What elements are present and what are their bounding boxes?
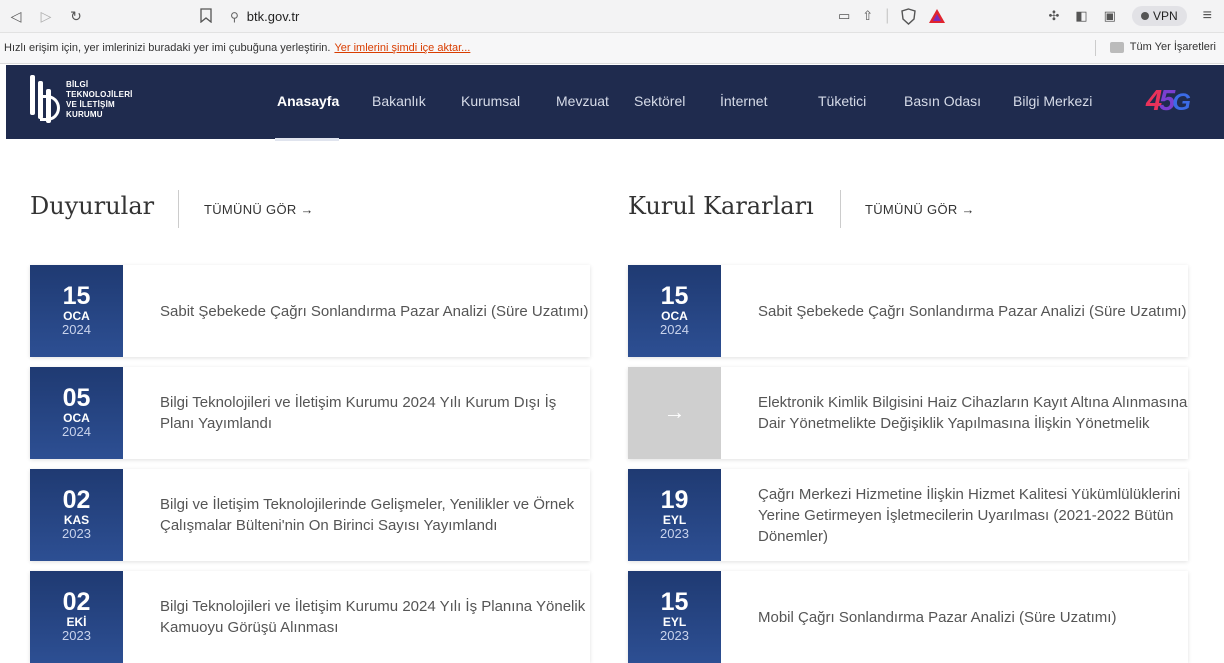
logo-line: VE İLETİŞİM: [66, 100, 115, 109]
karar-item[interactable]: → Elektronik Kimlik Bilgisini Haiz Cihaz…: [628, 367, 1188, 459]
logo-45g-five: 5: [1159, 85, 1175, 117]
date-day: 15: [660, 282, 689, 310]
karar-title[interactable]: Elektronik Kimlik Bilgisini Haiz Cihazla…: [758, 367, 1188, 459]
date-day: 05: [62, 384, 91, 412]
date-year: 2024: [62, 424, 91, 439]
bookmarks-bar: Hızlı erişim için, yer imlerinizi burada…: [0, 33, 1224, 64]
nav-buttons: ◁ ▷ ↻: [8, 8, 84, 25]
karar-item[interactable]: 15 EYL 2023 Mobil Çağrı Sonlandırma Paza…: [628, 571, 1188, 663]
logo-45g-g: G: [1172, 89, 1191, 116]
kurul-see-all-link[interactable]: TÜMÜNÜ GÖR →: [865, 202, 975, 217]
date-badge: 15 OCA 2024: [30, 265, 123, 357]
nav-tuketici[interactable]: Tüketici: [818, 93, 866, 109]
duyuru-item[interactable]: 02 KAS 2023 Bilgi ve İletişim Teknolojil…: [30, 469, 590, 561]
all-bookmarks-button[interactable]: Tüm Yer İşaretleri: [1109, 41, 1216, 53]
nav-bakanlik[interactable]: Bakanlık: [372, 93, 426, 109]
duyuru-title[interactable]: Bilgi ve İletişim Teknolojilerinde Geliş…: [160, 469, 590, 561]
active-nav-indicator: [275, 138, 339, 141]
wallet-icon[interactable]: ▣: [1104, 8, 1116, 24]
date-day: 15: [660, 588, 689, 616]
logo-line: TEKNOLOJİLERİ: [66, 90, 133, 99]
date-year: 2023: [660, 628, 689, 643]
extensions-icon[interactable]: ✣: [1048, 8, 1059, 24]
toolbar-right: ✣ ◧ ▣ VPN ≡: [1048, 6, 1212, 26]
karar-title[interactable]: Sabit Şebekede Çağrı Sonlandırma Pazar A…: [758, 265, 1188, 357]
logo-text: BİLGİ TEKNOLOJİLERİ VE İLETİŞİM KURUMU: [66, 80, 133, 120]
share-icon[interactable]: ⇧: [862, 8, 873, 24]
nav-kurumsal[interactable]: Kurumsal: [461, 93, 520, 109]
date-year: 2024: [660, 322, 689, 337]
all-bookmarks-label: Tüm Yer İşaretleri: [1129, 41, 1216, 53]
date-year: 2023: [660, 526, 689, 541]
date-badge: 02 KAS 2023: [30, 469, 123, 561]
bookmark-icon[interactable]: [200, 8, 212, 23]
brave-shield-icon[interactable]: [901, 7, 917, 25]
date-day: 19: [660, 486, 689, 514]
date-badge: 19 EYL 2023: [628, 469, 721, 561]
nav-anasayfa[interactable]: Anasayfa: [277, 93, 339, 109]
date-year: 2023: [62, 628, 91, 643]
nav-internet[interactable]: İnternet: [720, 93, 767, 109]
duyuru-title[interactable]: Sabit Şebekede Çağrı Sonlandırma Pazar A…: [160, 265, 590, 357]
duyuru-title[interactable]: Bilgi Teknolojileri ve İletişim Kurumu 2…: [160, 367, 590, 459]
date-year: 2024: [62, 322, 91, 337]
kurul-kararlari-title: Kurul Kararları: [628, 192, 814, 220]
sidebar-icon[interactable]: ◧: [1075, 8, 1087, 24]
duyuru-item[interactable]: 02 EKİ 2023 Bilgi Teknolojileri ve İleti…: [30, 571, 590, 663]
import-bookmarks-link[interactable]: Yer imlerini şimdi içe aktar...: [334, 42, 470, 54]
date-badge: 15 EYL 2023: [628, 571, 721, 663]
logo-45g-four: 4: [1146, 85, 1162, 117]
date-badge-empty: →: [628, 367, 721, 459]
bookmarks-separator: [1095, 40, 1096, 56]
date-badge: 02 EKİ 2023: [30, 571, 123, 663]
duyuru-item[interactable]: 15 OCA 2024 Sabit Şebekede Çağrı Sonland…: [30, 265, 590, 357]
logo-line: BİLGİ: [66, 80, 89, 89]
btk-logo[interactable]: BİLGİ TEKNOLOJİLERİ VE İLETİŞİM KURUMU: [28, 71, 133, 127]
logo-45g[interactable]: 45G: [1146, 85, 1191, 118]
bookmarks-message: Hızlı erişim için, yer imlerinizi burada…: [4, 42, 331, 54]
brave-rewards-icon[interactable]: [928, 8, 946, 24]
btk-logo-mark-icon: [28, 71, 62, 127]
karar-title[interactable]: Çağrı Merkezi Hizmetine İlişkin Hizmet K…: [758, 469, 1188, 561]
nav-sektorel[interactable]: Sektörel: [634, 93, 685, 109]
cast-icon[interactable]: ▭: [838, 8, 850, 24]
menu-icon[interactable]: ≡: [1203, 7, 1212, 25]
duyurular-title: Duyurular: [30, 192, 155, 220]
date-day: 02: [62, 588, 91, 616]
url-text: btk.gov.tr: [246, 9, 300, 24]
kurul-divider: [840, 190, 841, 228]
karar-item[interactable]: 19 EYL 2023 Çağrı Merkezi Hizmetine İliş…: [628, 469, 1188, 561]
nav-bilgi-merkezi[interactable]: Bilgi Merkezi: [1013, 93, 1092, 109]
logo-line: KURUMU: [66, 110, 103, 119]
folder-icon: [1109, 41, 1124, 53]
site-header: BİLGİ TEKNOLOJİLERİ VE İLETİŞİM KURUMU A…: [6, 65, 1224, 141]
duyuru-item[interactable]: 05 OCA 2024 Bilgi Teknolojileri ve İleti…: [30, 367, 590, 459]
karar-item[interactable]: 15 OCA 2024 Sabit Şebekede Çağrı Sonland…: [628, 265, 1188, 357]
arrow-right-icon: →: [663, 399, 686, 424]
vpn-status-icon: [1140, 12, 1149, 20]
browser-toolbar: ◁ ▷ ↻ ⚲ btk.gov.tr ▭ ⇧ | ✣ ◧ ▣ VPN ≡: [0, 0, 1224, 33]
back-icon[interactable]: ◁: [8, 8, 24, 25]
reload-icon[interactable]: ↻: [68, 8, 84, 25]
karar-title[interactable]: Mobil Çağrı Sonlandırma Pazar Analizi (S…: [758, 571, 1188, 663]
duyuru-title[interactable]: Bilgi Teknolojileri ve İletişim Kurumu 2…: [160, 571, 590, 663]
address-bar-actions: ▭ ⇧ |: [838, 7, 946, 25]
nav-mevzuat[interactable]: Mevzuat: [556, 93, 609, 109]
vpn-label: VPN: [1152, 9, 1178, 23]
date-day: 15: [62, 282, 91, 310]
vpn-button[interactable]: VPN: [1131, 6, 1187, 26]
nav-basin-odasi[interactable]: Basın Odası: [904, 93, 981, 109]
date-badge: 15 OCA 2024: [628, 265, 721, 357]
duyurular-divider: [178, 190, 179, 228]
date-day: 02: [62, 486, 91, 514]
site-settings-icon[interactable]: ⚲: [230, 10, 239, 24]
date-year: 2023: [62, 526, 91, 541]
date-badge: 05 OCA 2024: [30, 367, 123, 459]
duyurular-see-all-link[interactable]: TÜMÜNÜ GÖR →: [204, 202, 314, 217]
forward-icon[interactable]: ▷: [38, 8, 54, 25]
